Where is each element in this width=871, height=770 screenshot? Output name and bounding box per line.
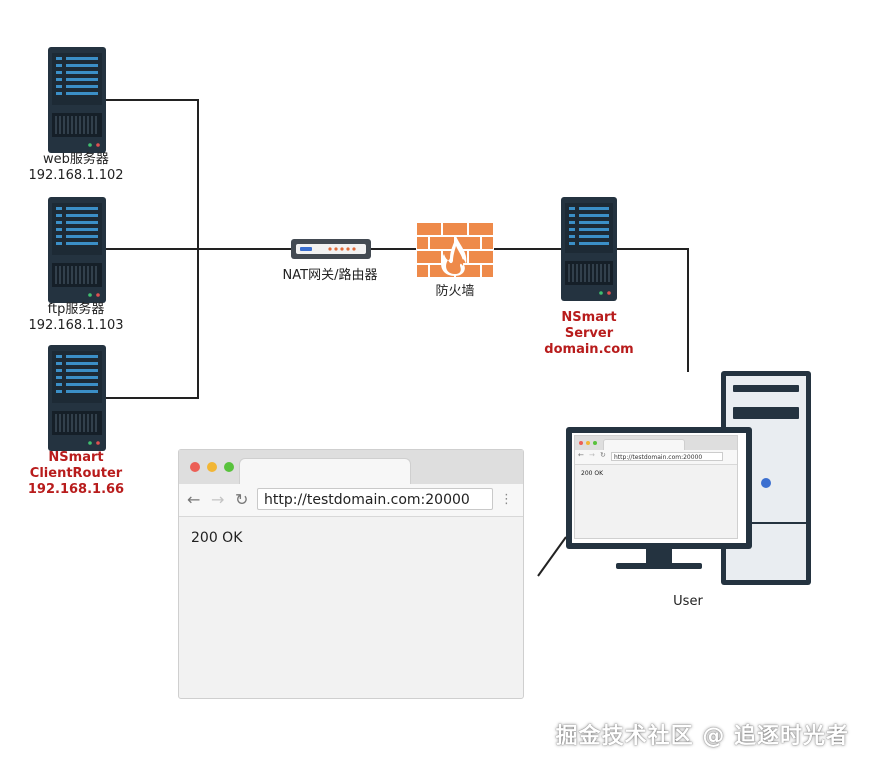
nsmart-server-line2: Server: [564, 326, 614, 341]
maximize-dot[interactable]: [224, 462, 234, 472]
ftp-server-label: ftp服务器 192.168.1.103: [20, 302, 132, 334]
web-server-name: web服务器: [43, 152, 109, 167]
firewall-label: 防火墙: [435, 284, 475, 299]
monitor-back-icon: ←: [578, 451, 584, 459]
monitor-forward-icon: →: [589, 451, 595, 459]
client-router-label: NSmart ClientRouter 192.168.1.66: [16, 450, 136, 498]
web-server-label: web服务器 192.168.1.102: [20, 152, 132, 184]
ftp-server-name: ftp服务器: [47, 302, 105, 317]
monitor-reload-icon: ↻: [600, 451, 606, 459]
monitor-browser-content: 200 OK: [581, 470, 604, 477]
close-dot[interactable]: [190, 462, 200, 472]
reload-icon[interactable]: ↻: [235, 490, 248, 509]
client-router-server-icon: [48, 345, 106, 451]
nsmart-server-icon: [561, 197, 617, 301]
monitor-browser-window: ← → ↻ http://testdomain.com:20000 200 OK: [574, 435, 738, 539]
nat-router-icon: [291, 239, 371, 259]
nsmart-server-domain: domain.com: [544, 342, 634, 357]
browser-navbar: ← → ↻ http://testdomain.com:20000 ⋮: [179, 484, 523, 517]
browser-window: ← → ↻ http://testdomain.com:20000 ⋮ 200 …: [178, 449, 524, 699]
browser-titlebar: [179, 450, 523, 485]
user-label: User: [673, 594, 703, 609]
watermark: 掘金技术社区 @ 追逐时光者: [555, 724, 849, 749]
address-bar[interactable]: http://testdomain.com:20000: [257, 488, 493, 510]
back-arrow-icon[interactable]: ←: [187, 490, 200, 509]
page-content-text: 200 OK: [191, 530, 243, 546]
client-router-line1: NSmart: [48, 450, 104, 465]
client-router-ip: 192.168.1.66: [27, 482, 125, 497]
minimize-dot[interactable]: [207, 462, 217, 472]
nsmart-server-line1: NSmart: [561, 310, 617, 325]
menu-icon[interactable]: ⋮: [500, 492, 513, 507]
firewall-icon: [416, 222, 494, 278]
monitor-minimize-dot: [586, 441, 590, 445]
monitor-browser-navbar: ← → ↻ http://testdomain.com:20000: [575, 450, 737, 465]
ftp-server-icon: [48, 197, 106, 303]
nat-router-label: NAT网关/路由器: [282, 268, 378, 283]
monitor-browser-titlebar: [575, 436, 737, 451]
web-server-icon: [48, 47, 106, 153]
ftp-server-ip: 192.168.1.103: [28, 318, 124, 333]
monitor-address-bar: http://testdomain.com:20000: [611, 452, 723, 461]
web-server-ip: 192.168.1.102: [28, 168, 124, 183]
forward-arrow-icon[interactable]: →: [211, 490, 224, 509]
browser-tab[interactable]: [239, 458, 411, 485]
client-router-line2: ClientRouter: [29, 466, 123, 481]
monitor-close-dot: [579, 441, 583, 445]
monitor-maximize-dot: [593, 441, 597, 445]
browser-pointer-line: [537, 536, 567, 577]
nsmart-server-label: NSmart Server domain.com: [530, 310, 648, 358]
